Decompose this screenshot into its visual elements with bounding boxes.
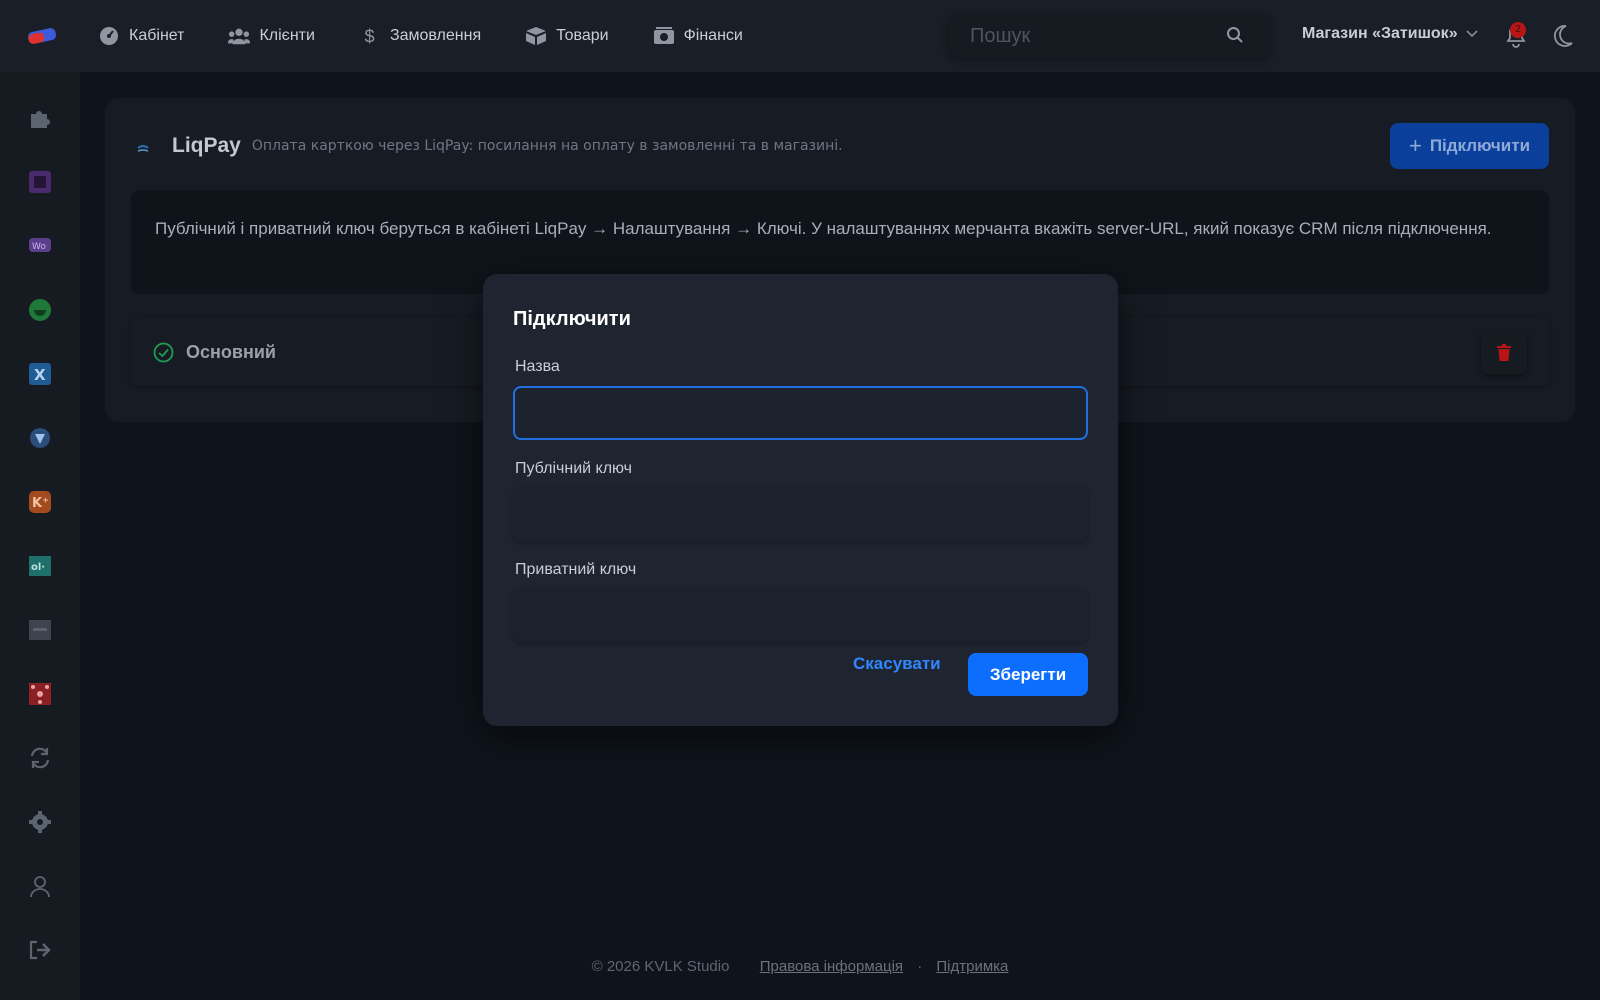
name-field-wrapper (513, 386, 1088, 440)
top-navbar: Кабінет Клієнти $ Замовлення Товари Фіна… (0, 0, 1600, 72)
main-nav: Кабінет Клієнти $ Замовлення Товари Фіна… (98, 0, 787, 72)
name-field[interactable] (515, 388, 1086, 438)
footer-separator: · (917, 958, 923, 975)
integration-header: LiqPay Оплата карткою через LiqPay: поси… (135, 134, 843, 158)
network-icon[interactable] (28, 682, 52, 706)
box-icon (526, 27, 547, 45)
nav-item-label: Товари (556, 27, 609, 44)
public-key-field-wrapper (513, 488, 1088, 542)
user-icon[interactable] (28, 874, 52, 898)
users-icon (228, 28, 251, 45)
nav-item-finance[interactable]: Фінанси (653, 26, 743, 46)
svg-text:ol·: ol· (31, 562, 45, 573)
store-name: Магазин «Затишок» (1302, 25, 1458, 42)
puzzle-icon[interactable] (28, 106, 52, 130)
store-selector[interactable]: Магазин «Затишок» (1302, 25, 1478, 43)
nav-item-label: Клієнти (259, 27, 315, 44)
connect-button[interactable]: + Підключити (1390, 123, 1549, 169)
copyright-text: © 2026 KVLK Studio (591, 958, 730, 975)
app-square-icon[interactable] (28, 170, 52, 194)
private-key-field[interactable] (514, 590, 1087, 642)
cancel-button[interactable]: Скасувати (853, 654, 941, 674)
olx-icon[interactable]: ol· (28, 554, 52, 578)
modal-title: Підключити (513, 308, 631, 330)
k-plus-icon[interactable]: K⁺ (28, 490, 52, 514)
dashboard-icon (100, 27, 118, 45)
shield-icon[interactable] (28, 426, 52, 450)
support-link[interactable]: Підтримка (936, 958, 1008, 975)
integration-description: Оплата карткою через LiqPay: посилання н… (251, 138, 843, 154)
nav-item-cabinet[interactable]: Кабінет (98, 26, 184, 46)
app-logo-icon[interactable] (26, 26, 58, 46)
svg-text:K⁺: K⁺ (32, 496, 49, 511)
svg-text:$: $ (364, 26, 374, 46)
check-circle-icon (153, 342, 174, 363)
money-icon (653, 27, 674, 44)
delete-account-button[interactable] (1481, 330, 1527, 374)
card-icon[interactable] (28, 618, 52, 642)
public-key-field[interactable] (514, 489, 1087, 541)
nav-item-products[interactable]: Товари (525, 26, 609, 46)
private-key-field-wrapper (513, 589, 1088, 643)
footer: © 2026 KVLK Studio Правова інформація · … (0, 958, 1600, 975)
save-button[interactable]: Зберегти (968, 653, 1088, 696)
woo-icon[interactable]: Wo (28, 234, 52, 258)
svg-text:Wo: Wo (32, 242, 46, 252)
name-label: Назва (515, 358, 560, 375)
nav-item-label: Замовлення (389, 27, 482, 44)
moon-icon[interactable] (1553, 25, 1573, 47)
nav-item-label: Фінанси (683, 27, 743, 44)
sidebar: Wo X K⁺ ol· (0, 72, 80, 1000)
dollar-icon: $ (364, 26, 374, 46)
search-icon[interactable] (1226, 26, 1244, 44)
info-text: Публічний і приватний ключ беруться в ка… (155, 219, 1492, 238)
plus-icon: + (1408, 133, 1422, 158)
chevron-down-icon (1466, 30, 1478, 38)
search-box (948, 14, 1270, 58)
trash-icon (1497, 343, 1511, 361)
integration-title: LiqPay (172, 134, 241, 157)
nav-item-label: Кабінет (129, 27, 185, 44)
x-icon[interactable]: X (28, 362, 52, 386)
notification-badge: 2 (1510, 22, 1526, 38)
legal-link[interactable]: Правова інформація (760, 958, 903, 975)
nav-item-orders[interactable]: $ Замовлення (359, 26, 481, 46)
account-name: Основний (186, 342, 276, 362)
gear-icon[interactable] (28, 810, 52, 834)
connect-button-label: Підключити (1429, 136, 1531, 155)
sync-icon[interactable] (28, 746, 52, 770)
search-input[interactable] (948, 14, 1270, 58)
liqpay-logo-icon (137, 145, 149, 152)
private-key-label: Приватний ключ (515, 561, 637, 578)
face-icon[interactable] (28, 298, 52, 322)
svg-text:X: X (34, 366, 46, 384)
public-key-label: Публічний ключ (515, 460, 633, 477)
connect-modal: Підключити Назва Публічний ключ Приватни… (483, 274, 1118, 726)
nav-item-clients[interactable]: Клієнти (228, 26, 315, 46)
